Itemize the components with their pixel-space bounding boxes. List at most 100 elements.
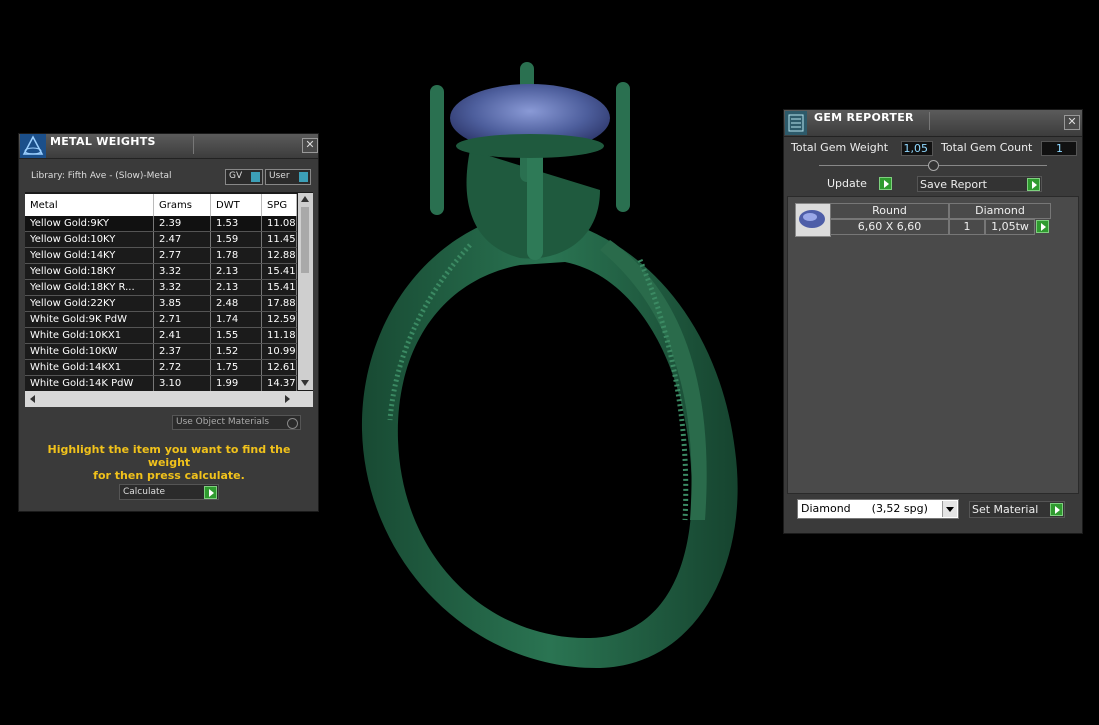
metal-table-hscrollbar[interactable] <box>25 391 313 407</box>
metal-cell: Yellow Gold:18KY <box>25 263 154 280</box>
dwt-cell: 2.48 <box>210 295 262 312</box>
dropdown-arrow-icon[interactable] <box>942 501 957 517</box>
gem-thumbnail[interactable] <box>795 203 831 237</box>
user-label: User <box>269 171 290 181</box>
table-row[interactable]: Yellow Gold:18KY R... 3.32 2.13 15.41 <box>25 279 297 296</box>
scroll-left-arrow-icon[interactable] <box>30 395 35 403</box>
spg-cell: 12.59 <box>261 311 297 328</box>
grams-cell: 2.37 <box>153 343 211 360</box>
gem-reporter-title: GEM REPORTER <box>814 111 914 124</box>
hint-line-2: for then press calculate. <box>93 469 245 482</box>
hint-text: Highlight the item you want to find the … <box>35 443 303 482</box>
gem-weight-cell: 1,05tw <box>985 219 1035 235</box>
metal-table: Metal Grams DWT SPG Yellow Gold:9KY 2.39 1… <box>25 194 297 392</box>
grams-cell: 2.77 <box>153 247 211 264</box>
slider-knob-icon[interactable] <box>928 160 939 171</box>
scroll-up-arrow-icon[interactable] <box>301 196 309 202</box>
save-report-label: Save Report <box>920 178 987 191</box>
update-play-icon <box>879 177 892 190</box>
metal-cell: White Gold:10KW <box>25 343 154 360</box>
grams-cell: 2.41 <box>153 327 211 344</box>
grams-cell: 2.39 <box>153 216 211 232</box>
spg-cell: 12.61 <box>261 359 297 376</box>
metal-cell: Yellow Gold:10KY <box>25 231 154 248</box>
hint-line-1: Highlight the item you want to find the … <box>47 443 291 469</box>
gv-label: GV <box>229 171 243 181</box>
scroll-down-arrow-icon[interactable] <box>301 380 309 386</box>
gem-size-cell: 6,60 X 6,60 <box>830 219 949 235</box>
column-header-dwt[interactable]: DWT <box>210 194 262 216</box>
table-row[interactable]: White Gold:14K PdW 3.10 1.99 14.37 <box>25 375 297 392</box>
metal-cell: Yellow Gold:18KY R... <box>25 279 154 296</box>
gem-reporter-logo-icon <box>785 111 807 135</box>
play-arrow-icon <box>204 486 217 499</box>
metal-cell: White Gold:14KX1 <box>25 359 154 376</box>
gem-row-play-icon[interactable] <box>1036 220 1049 233</box>
metal-weights-close-button[interactable]: ✕ <box>302 138 318 153</box>
scroll-thumb[interactable] <box>301 207 309 273</box>
metal-weights-title: METAL WEIGHTS <box>50 135 156 148</box>
use-object-materials-label: Use Object Materials <box>176 417 270 427</box>
total-gem-count-field: 1 <box>1041 141 1077 156</box>
metal-cell: White Gold:14K PdW <box>25 375 154 392</box>
metal-table-header: Metal Grams DWT SPG <box>25 194 297 216</box>
table-row[interactable]: White Gold:9K PdW 2.71 1.74 12.59 <box>25 311 297 328</box>
total-gem-count-value: 1 <box>1056 142 1063 155</box>
save-report-play-icon <box>1027 178 1040 191</box>
table-row[interactable]: White Gold:10KW 2.37 1.52 10.99 <box>25 343 297 360</box>
gem-reporter-titlebar[interactable]: GEM REPORTER ✕ <box>784 110 1082 137</box>
table-row[interactable]: White Gold:10KX1 2.41 1.55 11.18 <box>25 327 297 344</box>
column-header-spg[interactable]: SPG <box>261 194 297 216</box>
library-label: Library: Fifth Ave - (Slow)-Metal <box>31 171 172 181</box>
gem-list-area: Round Diamond 6,60 X 6,60 1 1,05tw <box>787 196 1079 494</box>
use-object-materials-button[interactable]: Use Object Materials <box>172 415 301 430</box>
gem-shape-cell: Round <box>830 203 949 219</box>
metal-cell: Yellow Gold:14KY <box>25 247 154 264</box>
scroll-right-arrow-icon[interactable] <box>285 395 290 403</box>
table-row[interactable]: Yellow Gold:9KY 2.39 1.53 11.08 <box>25 216 297 232</box>
table-row[interactable]: Yellow Gold:22KY 3.85 2.48 17.88 <box>25 295 297 312</box>
grams-cell: 3.10 <box>153 375 211 392</box>
table-row[interactable]: White Gold:14KX1 2.72 1.75 12.61 <box>25 359 297 376</box>
gem-material-cell: Diamond <box>949 203 1051 219</box>
table-row[interactable]: Yellow Gold:10KY 2.47 1.59 11.45 <box>25 231 297 248</box>
calculate-label: Calculate <box>123 487 166 497</box>
material-select[interactable]: Diamond (3,52 spg) <box>797 499 959 519</box>
spg-cell: 15.41 <box>261 263 297 280</box>
grams-cell: 2.71 <box>153 311 211 328</box>
table-row[interactable]: Yellow Gold:14KY 2.77 1.78 12.88 <box>25 247 297 264</box>
metal-weights-logo-icon <box>20 134 46 158</box>
metal-cell: White Gold:10KX1 <box>25 327 154 344</box>
user-toggle[interactable]: User <box>265 169 311 185</box>
calculate-button[interactable]: Calculate <box>119 484 219 500</box>
radio-icon <box>287 418 298 429</box>
spg-cell: 12.88 <box>261 247 297 264</box>
save-report-button[interactable]: Save Report <box>917 176 1042 192</box>
column-header-metal[interactable]: Metal <box>25 194 154 216</box>
dwt-cell: 2.13 <box>210 263 262 280</box>
set-material-button[interactable]: Set Material <box>969 501 1065 518</box>
spg-cell: 11.45 <box>261 231 297 248</box>
user-info-icon <box>299 172 308 182</box>
gv-toggle[interactable]: GV <box>225 169 263 185</box>
column-header-grams[interactable]: Grams <box>153 194 211 216</box>
metal-cell: Yellow Gold:22KY <box>25 295 154 312</box>
dwt-cell: 2.13 <box>210 279 262 296</box>
set-material-play-icon <box>1050 503 1063 516</box>
gem-reporter-close-button[interactable]: ✕ <box>1064 115 1080 130</box>
table-row[interactable]: Yellow Gold:18KY 3.32 2.13 15.41 <box>25 263 297 280</box>
total-gem-weight-field: 1,05 <box>901 141 933 156</box>
dwt-cell: 1.78 <box>210 247 262 264</box>
update-label: Update <box>827 177 867 190</box>
spg-cell: 14.37 <box>261 375 297 392</box>
update-button[interactable]: Update <box>825 176 895 192</box>
metal-table-vscrollbar[interactable] <box>298 193 313 390</box>
spg-cell: 11.08 <box>261 216 297 232</box>
dwt-cell: 1.53 <box>210 216 262 232</box>
dwt-cell: 1.55 <box>210 327 262 344</box>
metal-weights-panel: METAL WEIGHTS ✕ Library: Fifth Ave - (Sl… <box>18 133 319 512</box>
dwt-cell: 1.99 <box>210 375 262 392</box>
gv-info-icon <box>251 172 260 182</box>
metal-weights-titlebar[interactable]: METAL WEIGHTS ✕ <box>19 134 318 159</box>
grams-cell: 2.72 <box>153 359 211 376</box>
